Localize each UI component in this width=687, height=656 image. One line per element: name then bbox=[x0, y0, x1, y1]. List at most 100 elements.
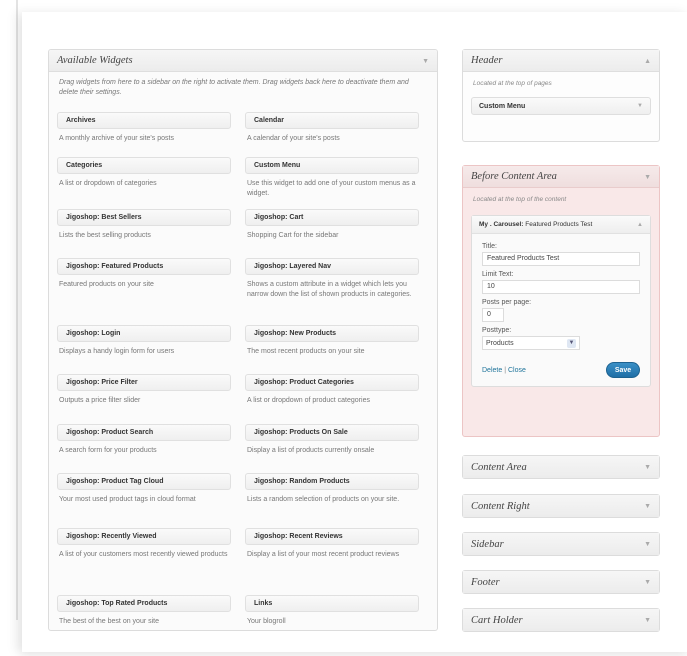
widget-description: The most recent products on your site bbox=[247, 348, 365, 355]
widget-title[interactable]: Jigoshop: Best Sellers bbox=[57, 209, 231, 226]
sidebar-collapsed-area[interactable]: Content Right ▼ bbox=[462, 494, 660, 518]
widget-title[interactable]: Jigoshop: Product Search bbox=[57, 424, 231, 441]
widget-description: A search form for your products bbox=[59, 447, 157, 454]
widget-description: Displays a handy login form for users bbox=[59, 348, 175, 355]
widget-item[interactable]: Jigoshop: Recent Reviews Display a list o… bbox=[245, 528, 419, 560]
widget-title[interactable]: Jigoshop: New Products bbox=[245, 325, 419, 342]
widget-title[interactable]: Calendar bbox=[245, 112, 419, 129]
before-content-title: Before Content Area bbox=[471, 171, 557, 182]
widget-item[interactable]: Jigoshop: Product Search A search form fo… bbox=[57, 424, 231, 456]
widget-title[interactable]: Jigoshop: Product Categories bbox=[245, 374, 419, 391]
widget-item[interactable]: Jigoshop: Random Products Lists a random … bbox=[245, 473, 419, 505]
widget-item[interactable]: Jigoshop: Featured Products Featured prod… bbox=[57, 258, 231, 290]
widget-title[interactable]: Custom Menu bbox=[245, 157, 419, 174]
widget-item[interactable]: Categories A list or dropdown of categori… bbox=[57, 157, 231, 189]
limit-text-label: Limit Text: bbox=[482, 271, 514, 278]
widget-control-links: Delete | Close bbox=[482, 367, 526, 374]
widget-description: A list or dropdown of categories bbox=[59, 180, 157, 187]
collapsed-area-header[interactable]: Content Area ▼ bbox=[463, 456, 659, 478]
posttype-label: Posttype: bbox=[482, 327, 512, 334]
carousel-widget-header[interactable]: My . Carousel: Featured Products Test ▲ bbox=[472, 216, 650, 234]
widget-description: Lists a random selection of products on … bbox=[247, 496, 400, 503]
widget-item[interactable]: Jigoshop: Layered Nav Shows a custom attr… bbox=[245, 258, 419, 300]
widget-description: Outputs a price filter slider bbox=[59, 397, 141, 404]
chevron-up-icon[interactable]: ▲ bbox=[637, 222, 643, 228]
expand-arrow-icon[interactable]: ▼ bbox=[644, 502, 651, 510]
widget-title[interactable]: Jigoshop: Recently Viewed bbox=[57, 528, 231, 545]
before-content-header[interactable]: Before Content Area ▼ bbox=[463, 166, 659, 188]
widget-title[interactable]: Jigoshop: Cart bbox=[245, 209, 419, 226]
widget-item[interactable]: Jigoshop: Top Rated Products The best of … bbox=[57, 595, 231, 627]
expand-arrow-icon[interactable]: ▼ bbox=[644, 540, 651, 548]
posttype-select[interactable]: Products ▼ bbox=[482, 336, 580, 350]
widget-actions: Delete | Close Save bbox=[482, 362, 640, 378]
widget-item[interactable]: Links Your blogroll bbox=[245, 595, 419, 627]
sidebar-collapsed-area[interactable]: Footer ▼ bbox=[462, 570, 660, 594]
widget-title[interactable]: Jigoshop: Products On Sale bbox=[245, 424, 419, 441]
widget-description: Your blogroll bbox=[247, 618, 286, 625]
widget-title[interactable]: Jigoshop: Price Filter bbox=[57, 374, 231, 391]
header-area-header[interactable]: Header ▲ bbox=[463, 50, 659, 72]
dropdown-arrow-icon[interactable]: ▼ bbox=[567, 338, 576, 348]
widget-title[interactable]: Links bbox=[245, 595, 419, 612]
collapsed-area-header[interactable]: Content Right ▼ bbox=[463, 495, 659, 517]
delete-link[interactable]: Delete bbox=[482, 367, 502, 374]
widget-title[interactable]: Jigoshop: Recent Reviews bbox=[245, 528, 419, 545]
widget-description: Featured products on your site bbox=[59, 281, 154, 288]
sidebar-header-area: Header ▲ Located at the top of pages Cus… bbox=[462, 49, 660, 142]
widget-title[interactable]: Categories bbox=[57, 157, 231, 174]
widget-item[interactable]: Jigoshop: Login Displays a handy login fo… bbox=[57, 325, 231, 357]
expand-arrow-icon[interactable]: ▼ bbox=[644, 463, 651, 471]
widget-title[interactable]: Jigoshop: Login bbox=[57, 325, 231, 342]
available-widgets-panel: Available Widgets ▼ Drag widgets from he… bbox=[48, 49, 438, 631]
close-link[interactable]: Close bbox=[508, 367, 526, 374]
sidebar-before-content-area: Before Content Area ▼ Located at the top… bbox=[462, 165, 660, 437]
expand-arrow-icon[interactable]: ▼ bbox=[644, 578, 651, 586]
sidebar-collapsed-area[interactable]: Content Area ▼ bbox=[462, 455, 660, 479]
available-widgets-header[interactable]: Available Widgets ▼ bbox=[49, 50, 437, 72]
carousel-widget-form: Title: Featured Products Test Limit Text… bbox=[472, 234, 650, 386]
widget-item[interactable]: Jigoshop: Products On Sale Display a list… bbox=[245, 424, 419, 456]
widget-item[interactable]: Jigoshop: Recently Viewed A list of your … bbox=[57, 528, 231, 560]
header-area-title: Header bbox=[471, 55, 503, 66]
header-area-description: Located at the top of pages bbox=[473, 80, 552, 87]
limit-text-input[interactable]: 10 bbox=[482, 280, 640, 294]
widget-description: A monthly archive of your site's posts bbox=[59, 135, 174, 142]
widget-item[interactable]: Jigoshop: Best Sellers Lists the best sel… bbox=[57, 209, 231, 241]
widget-title[interactable]: Jigoshop: Product Tag Cloud bbox=[57, 473, 231, 490]
widget-title[interactable]: Archives bbox=[57, 112, 231, 129]
collapsed-area-header[interactable]: Cart Holder ▼ bbox=[463, 609, 659, 631]
widget-title[interactable]: Jigoshop: Top Rated Products bbox=[57, 595, 231, 612]
collapse-arrow-icon[interactable]: ▼ bbox=[422, 57, 429, 65]
widget-item[interactable]: Jigoshop: Product Tag Cloud Your most use… bbox=[57, 473, 231, 505]
collapsed-area-header[interactable]: Footer ▼ bbox=[463, 571, 659, 593]
expand-arrow-icon[interactable]: ▼ bbox=[644, 616, 651, 624]
widget-item[interactable]: Custom Menu Use this widget to add one of… bbox=[245, 157, 419, 199]
carousel-widget-expanded: My . Carousel: Featured Products Test ▲ … bbox=[471, 215, 651, 387]
widget-item[interactable]: Jigoshop: Cart Shopping Cart for the side… bbox=[245, 209, 419, 241]
sidebar-collapsed-area[interactable]: Cart Holder ▼ bbox=[462, 608, 660, 632]
widget-title[interactable]: Jigoshop: Random Products bbox=[245, 473, 419, 490]
posts-per-page-input[interactable]: 0 bbox=[482, 308, 504, 322]
widget-item[interactable]: Jigoshop: New Products The most recent pr… bbox=[245, 325, 419, 357]
widget-item[interactable]: Archives A monthly archive of your site's… bbox=[57, 112, 231, 144]
collapse-arrow-icon[interactable]: ▼ bbox=[644, 173, 651, 181]
carousel-widget-type: My . Carousel: bbox=[479, 221, 524, 228]
header-custom-menu-widget[interactable]: Custom Menu ▼ bbox=[471, 97, 651, 115]
expand-arrow-icon[interactable]: ▲ bbox=[644, 57, 651, 65]
title-input[interactable]: Featured Products Test bbox=[482, 252, 640, 266]
sidebar-collapsed-area[interactable]: Sidebar ▼ bbox=[462, 532, 660, 556]
widget-title[interactable]: Jigoshop: Layered Nav bbox=[245, 258, 419, 275]
widget-description: A calendar of your site's posts bbox=[247, 135, 340, 142]
left-border-line bbox=[16, 0, 18, 620]
widget-item[interactable]: Calendar A calendar of your site's posts bbox=[245, 112, 419, 144]
save-button[interactable]: Save bbox=[606, 362, 640, 378]
chevron-down-icon[interactable]: ▼ bbox=[637, 103, 643, 109]
collapsed-area-title: Content Area bbox=[471, 461, 527, 473]
widget-item[interactable]: Jigoshop: Price Filter Outputs a price fi… bbox=[57, 374, 231, 406]
collapsed-area-title: Cart Holder bbox=[471, 614, 523, 626]
widget-item[interactable]: Jigoshop: Product Categories A list or dr… bbox=[245, 374, 419, 406]
posttype-selected-value: Products bbox=[486, 339, 514, 347]
collapsed-area-header[interactable]: Sidebar ▼ bbox=[463, 533, 659, 555]
widget-title[interactable]: Jigoshop: Featured Products bbox=[57, 258, 231, 275]
